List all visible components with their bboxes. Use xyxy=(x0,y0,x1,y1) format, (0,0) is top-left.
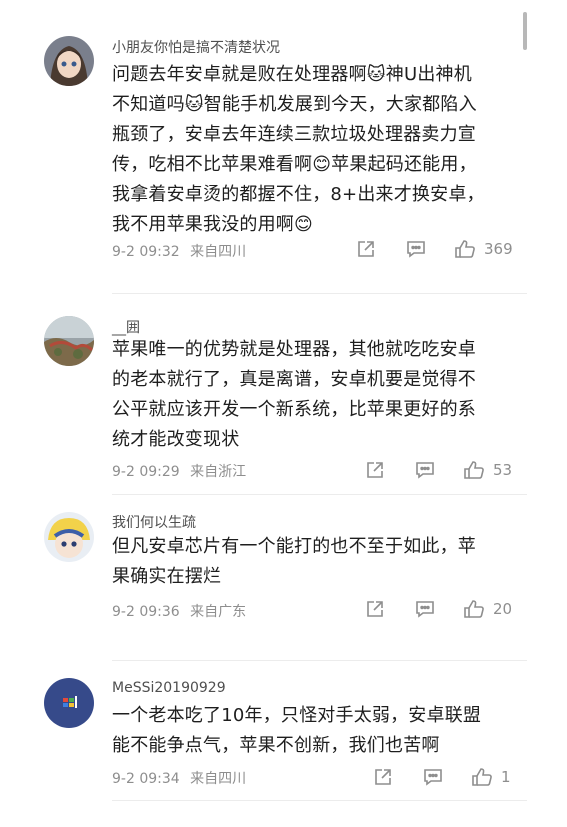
divider xyxy=(112,660,527,661)
like-count: 369 xyxy=(484,240,513,258)
like-count: 1 xyxy=(501,768,511,786)
timestamp: 9-2 09:36 xyxy=(112,604,180,620)
username[interactable]: MeSSi20190929 xyxy=(112,680,226,696)
like-button[interactable]: 20 xyxy=(463,599,512,619)
avatar[interactable] xyxy=(44,678,94,728)
like-button[interactable]: 53 xyxy=(463,460,512,480)
timestamp: 9-2 09:32 xyxy=(112,244,180,260)
divider xyxy=(112,494,527,495)
like-count: 53 xyxy=(493,461,513,479)
scrollbar[interactable] xyxy=(523,12,527,50)
location: 来自四川 xyxy=(190,244,247,260)
thumbs-up-icon xyxy=(471,767,493,787)
avatar[interactable] xyxy=(44,316,94,366)
comment-meta: 9-2 09:36 来自广东 xyxy=(112,601,246,621)
share-icon[interactable] xyxy=(365,599,385,619)
thumbs-up-icon xyxy=(463,460,485,480)
comment-meta: 9-2 09:29 来自浙江 xyxy=(112,461,246,481)
share-icon[interactable] xyxy=(356,239,376,259)
username[interactable]: 我们何以生疏 xyxy=(112,512,196,532)
comment-icon[interactable] xyxy=(415,460,435,480)
like-button[interactable]: 1 xyxy=(471,767,511,787)
timestamp: 9-2 09:29 xyxy=(112,464,180,480)
divider xyxy=(112,800,527,801)
share-icon[interactable] xyxy=(373,767,393,787)
thumbs-up-icon xyxy=(454,239,476,259)
divider xyxy=(112,293,527,294)
like-button[interactable]: 369 xyxy=(454,239,513,259)
avatar[interactable] xyxy=(44,36,94,86)
comment-text: 但凡安卓芯片有一个能打的也不至于如此，苹 果确实在摆烂 xyxy=(112,536,476,587)
comment-meta: 9-2 09:32 来自四川 xyxy=(112,241,246,261)
timestamp: 9-2 09:34 xyxy=(112,771,180,787)
username[interactable]: 小朋友你怕是搞不清楚状况 xyxy=(112,37,280,57)
comment-meta: 9-2 09:34 来自四川 xyxy=(112,768,246,788)
comment-icon[interactable] xyxy=(423,767,443,787)
avatar[interactable] xyxy=(44,512,94,562)
comment-text: 问题去年安卓就是败在处理器啊🐱神U出神机 不知道吗🐱智能手机发展到今天，大家都陷… xyxy=(112,64,485,235)
share-icon[interactable] xyxy=(365,460,385,480)
thumbs-up-icon xyxy=(463,599,485,619)
username[interactable]: __囲 xyxy=(112,317,140,337)
comment-text: 一个老本吃了10年，只怪对手太弱，安卓联盟 能不能争点气，苹果不创新，我们也苦啊 xyxy=(112,705,482,756)
comment-icon[interactable] xyxy=(415,599,435,619)
comment-icon[interactable] xyxy=(406,239,426,259)
like-count: 20 xyxy=(493,600,513,618)
location: 来自浙江 xyxy=(190,464,247,480)
location: 来自四川 xyxy=(190,771,247,787)
location: 来自广东 xyxy=(190,604,247,620)
comment-text: 苹果唯一的优势就是处理器，其他就吃吃安卓 的老本就行了，真是离谱，安卓机要是觉得… xyxy=(112,339,476,450)
